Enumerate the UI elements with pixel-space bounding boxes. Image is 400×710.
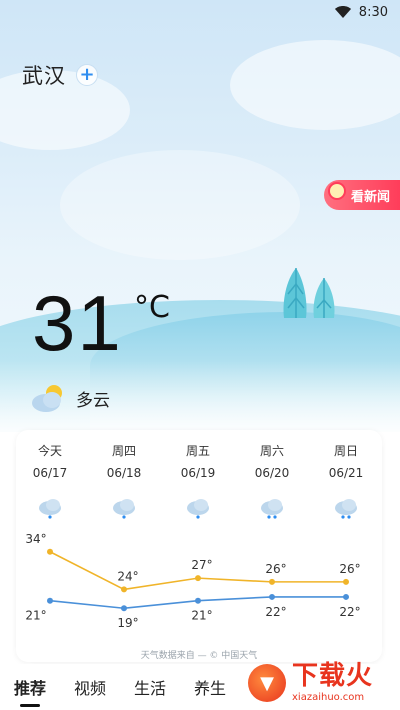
news-button-label: 看新闻 — [350, 189, 390, 205]
cloud-decoration — [230, 40, 400, 130]
high-temp-label: 27° — [191, 558, 212, 572]
status-time: 8:30 — [358, 4, 388, 20]
high-temp-point — [47, 548, 53, 555]
tab-recommend[interactable]: 推荐 — [14, 675, 46, 707]
high-temp-point — [195, 575, 201, 582]
forecast-card: 今天 06/17 周四 06/18 周五 06/19 周六 06/20 周日 06/21 34° 2… — [16, 430, 382, 662]
watermark: ▼ 下载火 xiazaihuo.com — [248, 656, 400, 710]
partly-cloudy-icon — [32, 385, 62, 412]
low-temp-label: 21° — [25, 609, 46, 623]
low-temp-label: 19° — [117, 616, 138, 630]
high-temp-point — [343, 578, 349, 585]
plus-icon: + — [79, 64, 95, 85]
current-condition: 多云 — [30, 382, 110, 414]
low-temp-label: 21° — [191, 609, 212, 623]
low-temp-point — [269, 593, 275, 600]
high-temp-point — [269, 578, 275, 585]
tab-video[interactable]: 视频 — [74, 675, 106, 699]
low-temp-label: 22° — [265, 605, 286, 619]
news-button[interactable]: 看新闻 — [324, 180, 400, 210]
wifi-icon — [334, 6, 351, 18]
high-temp-label: 34° — [25, 532, 46, 546]
watermark-title: 下载火 — [292, 661, 374, 691]
add-city-button[interactable]: + — [76, 64, 98, 86]
current-temperature: 31 — [32, 279, 123, 367]
watermark-logo-icon: ▼ — [248, 664, 286, 702]
high-temp-label: 26° — [339, 562, 360, 576]
low-temp-point — [47, 597, 53, 604]
low-temp-point — [195, 597, 201, 604]
low-temp-point — [343, 593, 349, 600]
tab-health[interactable]: 养生 — [194, 675, 226, 699]
high-temp-label: 26° — [265, 562, 286, 576]
watermark-url: xiazaihuo.com — [292, 692, 365, 703]
cloud-decoration — [60, 150, 300, 260]
status-bar: 8:30 — [0, 0, 400, 24]
condition-text: 多云 — [76, 390, 110, 411]
bamboo-shoot-illustration — [283, 268, 335, 318]
high-temp-point — [121, 586, 127, 593]
high-temp-label: 24° — [117, 569, 138, 583]
news-bubble-icon — [328, 182, 346, 200]
low-temp-point — [121, 605, 127, 612]
temperature-unit: °C — [134, 290, 170, 325]
city-name[interactable]: 武汉 — [22, 60, 66, 90]
location-header: 武汉 + — [22, 60, 98, 90]
low-temp-label: 22° — [339, 605, 360, 619]
tab-life[interactable]: 生活 — [134, 675, 166, 699]
temperature-chart: 34° 24° 27° 26° 26° 21° 19° 21° 22° 22° — [25, 532, 360, 630]
